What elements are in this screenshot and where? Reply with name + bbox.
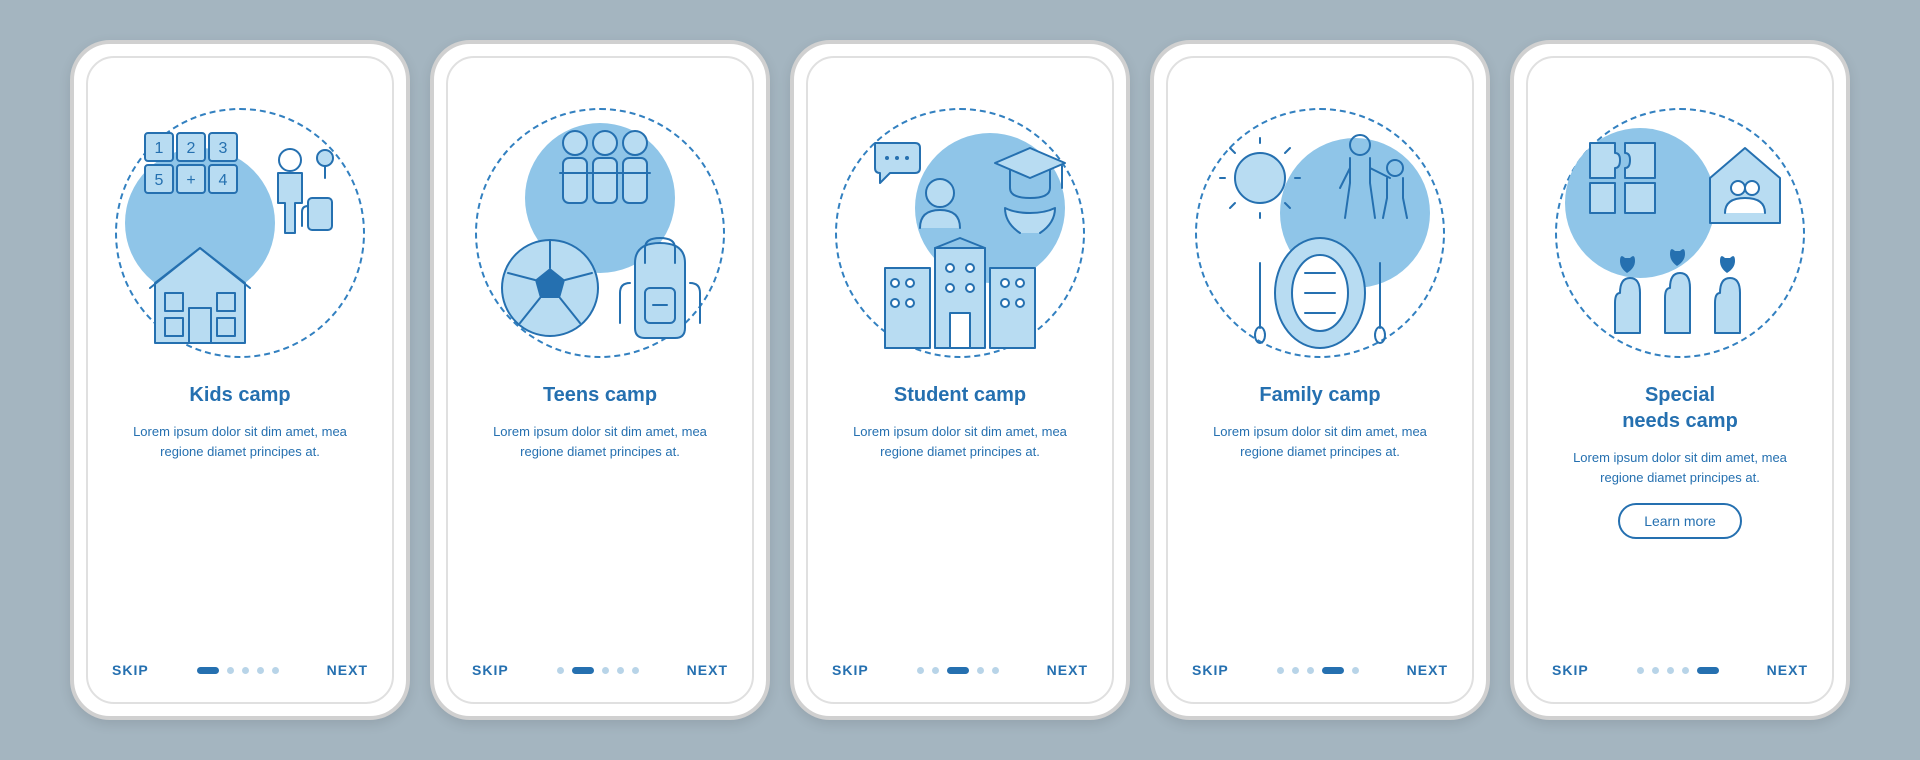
svg-text:1: 1 (155, 140, 164, 157)
dot[interactable] (932, 667, 939, 674)
page-dots (1277, 667, 1359, 674)
buildings-icon (885, 238, 1035, 348)
onboarding-screen-teens: Teens camp Lorem ipsum dolor sit dim ame… (446, 56, 754, 704)
nav-footer: SKIP NEXT (808, 662, 1112, 678)
page-dots (197, 667, 279, 674)
phone-frame: Teens camp Lorem ipsum dolor sit dim ame… (430, 40, 770, 720)
learn-more-button[interactable]: Learn more (1618, 503, 1742, 539)
parent-child-icon (1340, 135, 1407, 218)
skip-button[interactable]: SKIP (112, 662, 149, 678)
screen-title: Teens camp (543, 382, 657, 408)
screen-title: Special needs camp (1622, 382, 1738, 434)
next-button[interactable]: NEXT (1767, 662, 1808, 678)
svg-text:3: 3 (219, 140, 228, 157)
people-icon (560, 131, 650, 203)
dot[interactable] (272, 667, 279, 674)
phone-frame: Special needs camp Lorem ipsum dolor sit… (1510, 40, 1850, 720)
nav-footer: SKIP NEXT (88, 662, 392, 678)
skip-button[interactable]: SKIP (472, 662, 509, 678)
dot[interactable] (1277, 667, 1284, 674)
dot[interactable] (1292, 667, 1299, 674)
screen-description: Lorem ipsum dolor sit dim amet, mea regi… (1552, 448, 1808, 487)
dot[interactable] (977, 667, 984, 674)
dot[interactable] (257, 667, 264, 674)
illustration-family (1195, 108, 1445, 358)
dot[interactable] (197, 667, 219, 674)
dot[interactable] (1307, 667, 1314, 674)
onboarding-screen-student: Student camp Lorem ipsum dolor sit dim a… (806, 56, 1114, 704)
graduation-icon (995, 148, 1065, 233)
page-dots (917, 667, 999, 674)
screen-description: Lorem ipsum dolor sit dim amet, mea regi… (472, 422, 728, 461)
illustration-kids: 1 2 3 5 + 4 (115, 108, 365, 358)
phone-frame: Student camp Lorem ipsum dolor sit dim a… (790, 40, 1130, 720)
svg-text:5: 5 (155, 172, 164, 189)
dot[interactable] (557, 667, 564, 674)
svg-text:4: 4 (219, 172, 228, 189)
skip-button[interactable]: SKIP (1192, 662, 1229, 678)
screen-title: Student camp (894, 382, 1026, 408)
nav-footer: SKIP NEXT (1528, 662, 1832, 678)
page-dots (557, 667, 639, 674)
nav-footer: SKIP NEXT (1168, 662, 1472, 678)
next-button[interactable]: NEXT (1407, 662, 1448, 678)
next-button[interactable]: NEXT (687, 662, 728, 678)
page-dots (1637, 667, 1719, 674)
dot[interactable] (572, 667, 594, 674)
next-button[interactable]: NEXT (327, 662, 368, 678)
screen-description: Lorem ipsum dolor sit dim amet, mea regi… (832, 422, 1088, 461)
nav-footer: SKIP NEXT (448, 662, 752, 678)
dot[interactable] (1697, 667, 1719, 674)
blocks-icon: 1 2 3 5 + 4 (145, 133, 237, 193)
dot[interactable] (227, 667, 234, 674)
sun-icon (1220, 138, 1300, 218)
next-button[interactable]: NEXT (1047, 662, 1088, 678)
home-people-icon (1710, 148, 1780, 223)
child-icon (278, 149, 333, 233)
dot[interactable] (602, 667, 609, 674)
dot[interactable] (1652, 667, 1659, 674)
dot[interactable] (1682, 667, 1689, 674)
dot[interactable] (632, 667, 639, 674)
onboarding-screens-container: 1 2 3 5 + 4 Kids camp Lorem ipsum dolor … (30, 0, 1890, 760)
dot[interactable] (617, 667, 624, 674)
illustration-special (1555, 108, 1805, 358)
dot[interactable] (1637, 667, 1644, 674)
screen-description: Lorem ipsum dolor sit dim amet, mea regi… (1192, 422, 1448, 461)
puzzle-icon (1590, 143, 1655, 213)
illustration-student (835, 108, 1085, 358)
svg-text:2: 2 (187, 140, 196, 157)
skip-button[interactable]: SKIP (1552, 662, 1589, 678)
phone-frame: 1 2 3 5 + 4 Kids camp Lorem ipsum dolor … (70, 40, 410, 720)
dot[interactable] (917, 667, 924, 674)
dot[interactable] (1352, 667, 1359, 674)
screen-title: Kids camp (189, 382, 290, 408)
dot[interactable] (1322, 667, 1344, 674)
screen-title: Family camp (1259, 382, 1380, 408)
phone-frame: Family camp Lorem ipsum dolor sit dim am… (1150, 40, 1490, 720)
backpack-icon (620, 238, 700, 338)
house-icon (150, 248, 250, 343)
skip-button[interactable]: SKIP (832, 662, 869, 678)
chat-icon (875, 143, 960, 228)
dot[interactable] (1667, 667, 1674, 674)
dot[interactable] (242, 667, 249, 674)
dot[interactable] (992, 667, 999, 674)
svg-text:+: + (186, 172, 195, 189)
soccer-ball-icon (502, 240, 598, 336)
onboarding-screen-special: Special needs camp Lorem ipsum dolor sit… (1526, 56, 1834, 704)
onboarding-screen-family: Family camp Lorem ipsum dolor sit dim am… (1166, 56, 1474, 704)
dot[interactable] (947, 667, 969, 674)
screen-description: Lorem ipsum dolor sit dim amet, mea regi… (112, 422, 368, 461)
illustration-teens (475, 108, 725, 358)
hands-hearts-icon (1615, 249, 1740, 333)
onboarding-screen-kids: 1 2 3 5 + 4 Kids camp Lorem ipsum dolor … (86, 56, 394, 704)
raft-icon (1255, 238, 1385, 348)
